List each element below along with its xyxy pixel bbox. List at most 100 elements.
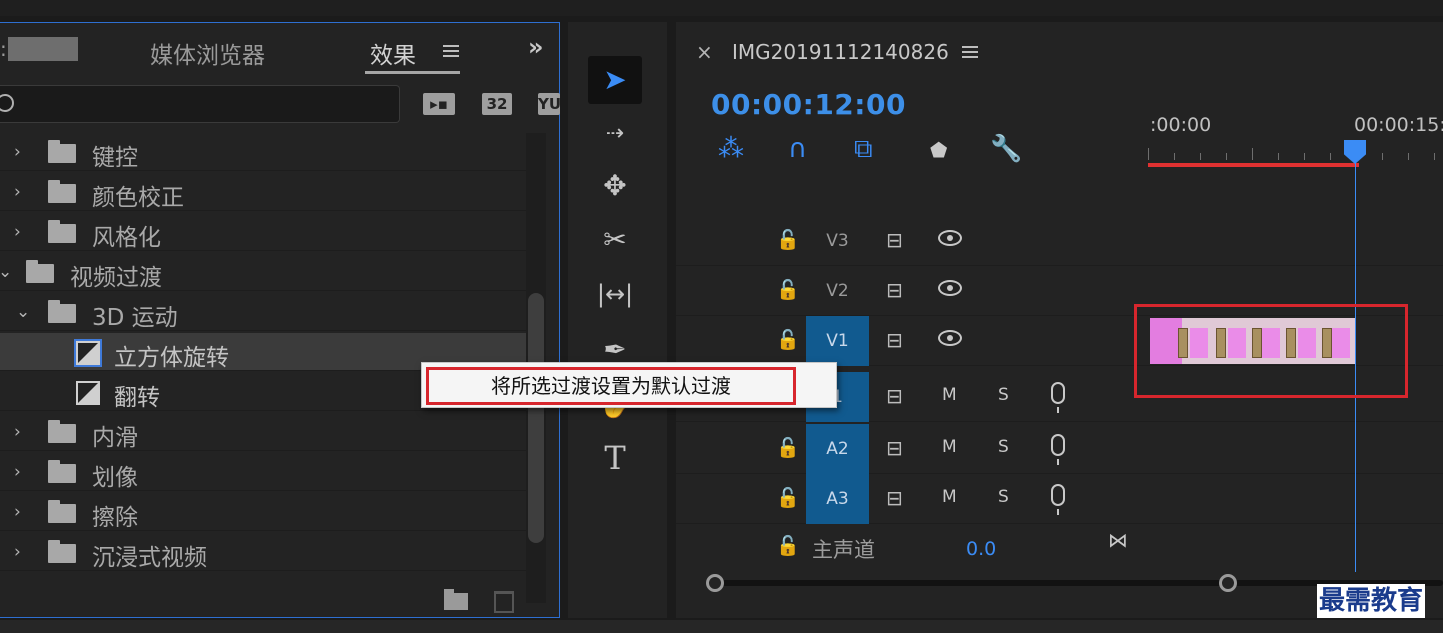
track-name-v3[interactable]: V3 (806, 216, 869, 266)
slip-tool-icon[interactable]: |↔| (588, 270, 642, 318)
tree-item-immersive-video[interactable]: › 沉浸式视频 (0, 533, 526, 571)
folder-icon (48, 420, 76, 443)
set-default-transition-menu-item[interactable]: 将所选过渡设置为默认过渡 (426, 367, 796, 405)
trash-icon[interactable] (494, 591, 514, 613)
tree-item-slide[interactable]: › 内滑 (0, 413, 526, 451)
microphone-icon[interactable] (1051, 434, 1065, 465)
master-lock-icon[interactable]: 🔓 (776, 534, 800, 557)
folder-icon (48, 140, 76, 163)
32bit-effects-icon[interactable]: 32 (482, 93, 512, 115)
yuv-effects-icon[interactable]: YU (538, 93, 560, 115)
nest-sequence-icon[interactable]: ⁂ (718, 134, 744, 164)
ruler-tick (1148, 148, 1149, 160)
lock-icon[interactable]: 🔓 (776, 486, 800, 509)
eye-icon[interactable] (938, 330, 962, 346)
track-select-tool-icon[interactable]: ⇢ (588, 110, 642, 158)
sync-lock-icon[interactable]: ⊟ (886, 228, 903, 252)
timeline-settings-wrench-icon[interactable]: 🔧 (990, 134, 1022, 164)
add-marker-icon[interactable]: ⬟ (930, 138, 947, 162)
sync-lock-icon[interactable]: ⊟ (886, 278, 903, 302)
lock-icon[interactable]: 🔓 (776, 278, 800, 301)
watermark: 最需教育 (1317, 584, 1426, 618)
new-bin-icon[interactable] (444, 589, 468, 610)
track-name-a3[interactable]: A3 (806, 474, 869, 524)
tree-item-label: 内滑 (92, 425, 138, 451)
microphone-icon[interactable] (1051, 382, 1065, 413)
close-sequence-icon[interactable]: × (696, 40, 713, 64)
track-name-v2[interactable]: V2 (806, 266, 869, 316)
folder-icon (48, 180, 76, 203)
lock-icon[interactable]: 🔓 (776, 328, 800, 351)
chevron-right-icon[interactable]: › (14, 422, 21, 442)
sync-lock-icon[interactable]: ⊟ (886, 486, 903, 510)
mute-button[interactable]: M (942, 487, 957, 507)
scrollbar-left-handle[interactable] (706, 574, 724, 592)
tree-item-video-transitions[interactable]: ⌄ 视频过渡 (0, 253, 526, 291)
playhead-handle[interactable] (1344, 140, 1366, 164)
chevron-right-icon[interactable]: › (14, 222, 21, 242)
sequence-tab-title[interactable]: IMG20191112140826 (732, 40, 949, 64)
chevron-right-icon[interactable]: › (14, 182, 21, 202)
panel-overflow-icon[interactable]: » (528, 33, 544, 61)
mute-button[interactable]: M (942, 385, 957, 405)
razor-tool-icon[interactable]: ✂ (588, 216, 642, 264)
folder-icon (48, 460, 76, 483)
lock-icon[interactable]: 🔓 (776, 228, 800, 251)
eye-icon[interactable] (938, 280, 962, 296)
type-tool-icon[interactable]: T (588, 434, 642, 482)
tree-item-color-correction[interactable]: › 颜色校正 (0, 173, 526, 211)
tree-item-label: 风格化 (92, 225, 161, 251)
sync-lock-icon[interactable]: ⊟ (886, 328, 903, 352)
eye-icon[interactable] (938, 230, 962, 246)
tree-item-3d-motion[interactable]: ⌄ 3D 运动 (0, 293, 526, 331)
ruler-tick (1408, 153, 1409, 160)
accelerated-effects-icon[interactable]: ▸▪ (423, 93, 455, 115)
sequence-menu-icon[interactable] (962, 46, 978, 58)
tree-scrollbar-thumb[interactable] (528, 293, 544, 543)
tab-project-redacted[interactable] (8, 37, 78, 61)
work-area-bar[interactable] (1148, 163, 1359, 167)
tree-item-label: 颜色校正 (92, 185, 184, 211)
solo-button[interactable]: S (998, 385, 1009, 405)
tree-item-stylize[interactable]: › 风格化 (0, 213, 526, 251)
tab-effects[interactable]: 效果 (370, 36, 416, 70)
track-name-a2[interactable]: A2 (806, 424, 869, 474)
chevron-right-icon[interactable]: › (14, 462, 21, 482)
folder-icon (48, 300, 76, 323)
mute-button[interactable]: M (942, 437, 957, 457)
tree-item-label: 划像 (92, 465, 138, 491)
tree-item-keying[interactable]: › 键控 (0, 133, 526, 171)
time-ruler[interactable] (1148, 148, 1443, 160)
panel-menu-icon[interactable] (443, 45, 459, 57)
lock-icon[interactable]: 🔓 (776, 436, 800, 459)
ruler-tick (1304, 153, 1305, 160)
go-to-in-out-icon[interactable]: ⋈ (1108, 528, 1128, 552)
master-track-label: 主声道 (812, 538, 875, 562)
ripple-edit-tool-icon[interactable]: ✥ (588, 162, 642, 210)
master-volume-value[interactable]: 0.0 (966, 538, 996, 560)
tree-item-label: 翻转 (114, 385, 160, 411)
scrollbar-right-handle[interactable] (1219, 574, 1237, 592)
microphone-icon[interactable] (1051, 484, 1065, 515)
tree-item-iris[interactable]: › 划像 (0, 453, 526, 491)
tab-project-colon: : (0, 37, 7, 61)
linked-selection-icon[interactable]: ⧉ (854, 134, 873, 165)
chevron-right-icon[interactable]: › (14, 542, 21, 562)
solo-button[interactable]: S (998, 437, 1009, 457)
ruler-tick (1226, 153, 1227, 160)
solo-button[interactable]: S (998, 487, 1009, 507)
playhead-timecode[interactable]: 00:00:12:00 (711, 88, 906, 121)
track-name-v1[interactable]: V1 (806, 316, 869, 366)
sync-lock-icon[interactable]: ⊟ (886, 384, 903, 408)
tree-item-wipe[interactable]: › 擦除 (0, 493, 526, 531)
tab-media-browser[interactable]: 媒体浏览器 (150, 36, 265, 70)
sync-lock-icon[interactable]: ⊟ (886, 436, 903, 460)
chevron-down-icon[interactable]: ⌄ (16, 302, 30, 322)
folder-icon (48, 220, 76, 243)
effects-search-input[interactable] (0, 85, 400, 123)
snap-icon[interactable]: ∩ (788, 134, 807, 164)
chevron-down-icon[interactable]: ⌄ (0, 262, 12, 282)
chevron-right-icon[interactable]: › (14, 502, 21, 522)
chevron-right-icon[interactable]: › (14, 142, 21, 162)
selection-tool-icon[interactable]: ➤ (588, 56, 642, 104)
